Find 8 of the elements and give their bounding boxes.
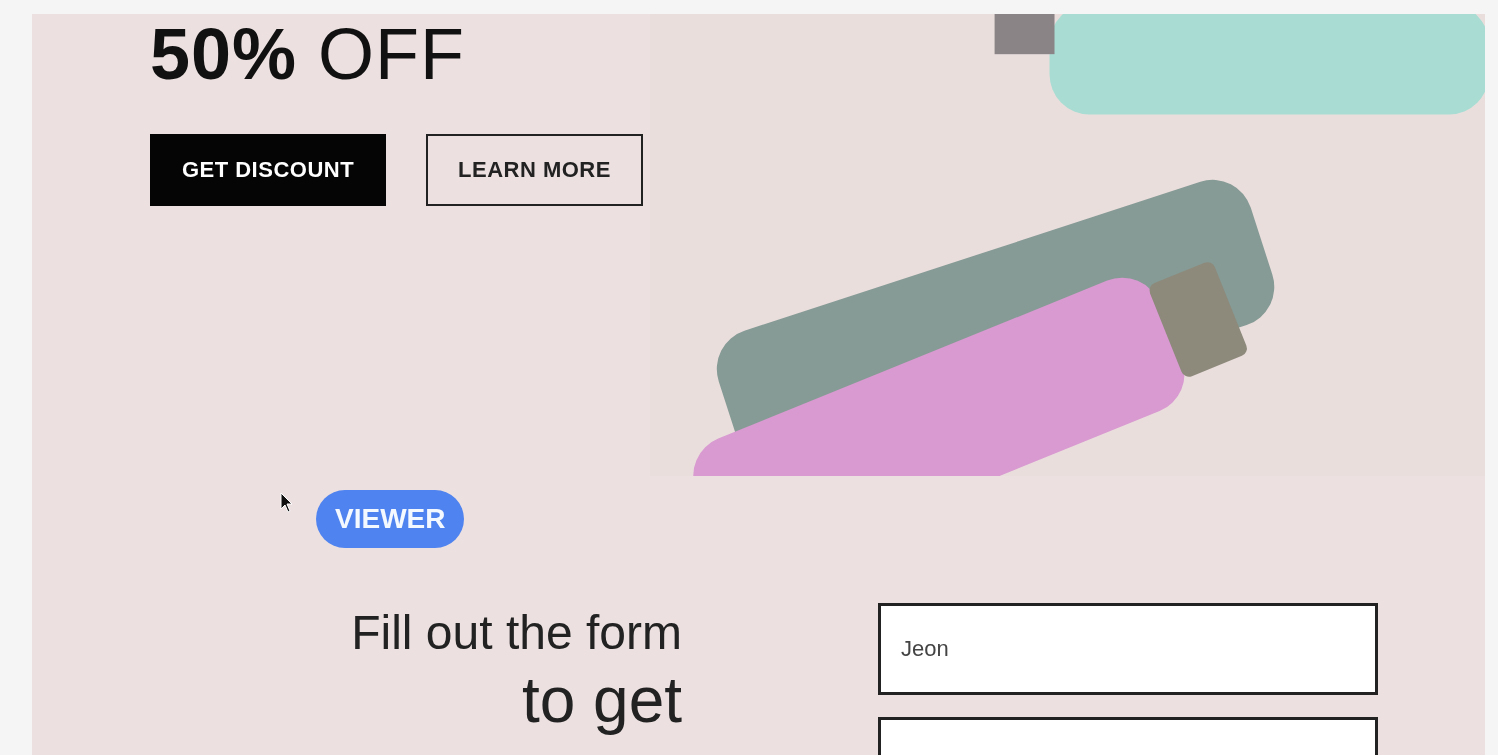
- get-discount-button[interactable]: GET DISCOUNT: [150, 134, 386, 206]
- form-heading-line: Fill out the form: [351, 605, 682, 661]
- input-field[interactable]: Jeon: [878, 603, 1378, 695]
- headline: 50% OFF: [150, 16, 467, 92]
- viewer-badge: VIEWER: [316, 490, 465, 548]
- form-heading-line: to get: [521, 663, 682, 737]
- learn-more-button[interactable]: LEARN MORE: [426, 134, 643, 206]
- mouse-cursor-icon: [280, 492, 294, 514]
